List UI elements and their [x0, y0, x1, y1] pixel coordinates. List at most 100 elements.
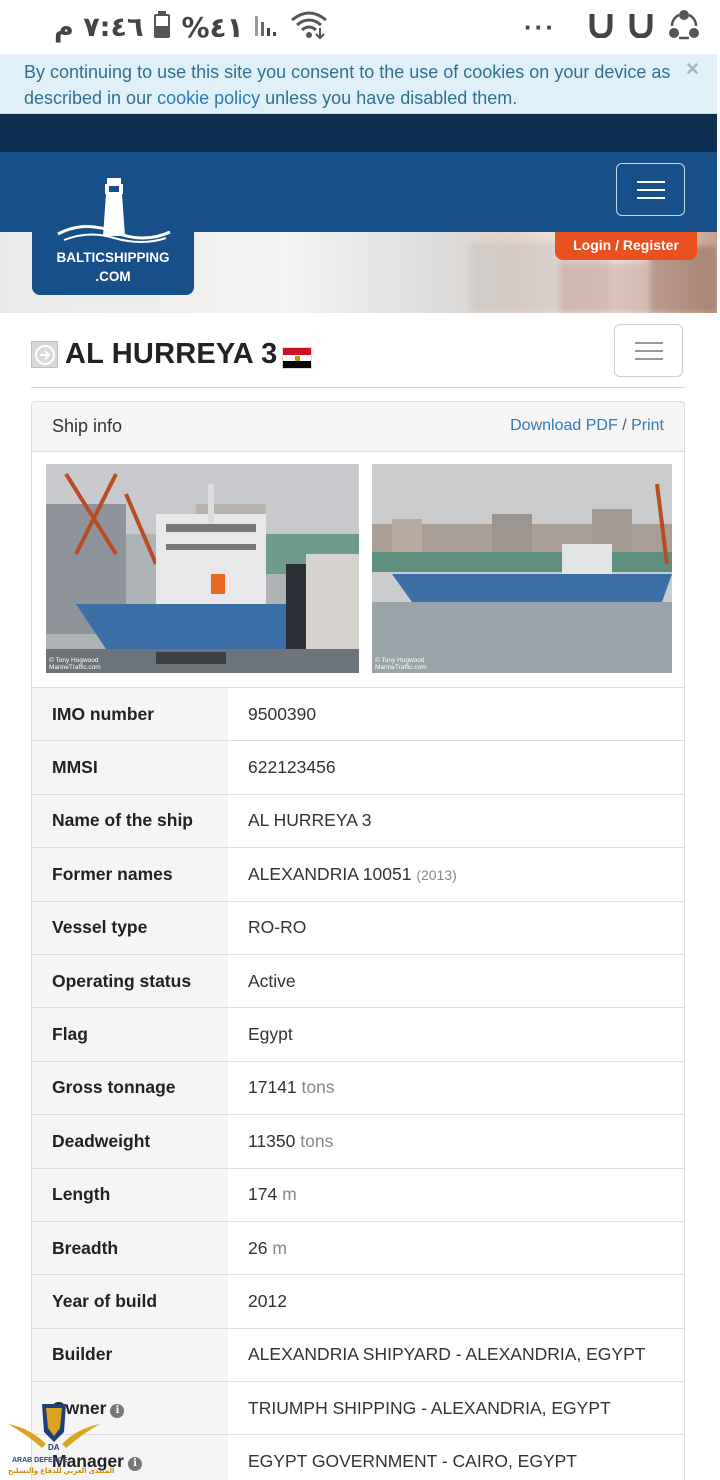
hamburger-line	[634, 357, 663, 360]
row-value: 11350 tons	[228, 1114, 684, 1169]
table-row: Builder ALEXANDRIA SHIPYARD - ALEXANDRIA…	[32, 1327, 684, 1382]
row-label: MMSI	[32, 740, 228, 795]
row-label: Breadth	[32, 1220, 228, 1275]
row-value: TRIUMPH SHIPPING - ALEXANDRIA, EGYPT	[228, 1381, 684, 1435]
more-dots: ···	[524, 11, 556, 42]
status-bar: ٧:٤٦ م %٤١ ···	[0, 0, 720, 54]
login-link[interactable]: Login	[573, 237, 611, 253]
row-value: AL HURREYA 3	[228, 793, 684, 848]
info-icon[interactable]: i	[127, 1457, 142, 1472]
row-value: 174 m	[228, 1167, 684, 1222]
row-value: Active	[228, 953, 684, 1008]
close-icon[interactable]: ×	[686, 56, 699, 82]
page-menu-button[interactable]	[614, 324, 683, 377]
row-label: Gross tonnage	[32, 1060, 228, 1115]
row-value: 9500390	[228, 686, 684, 741]
photo-credit: © Tony Hogwood MarineTraffic.com	[375, 657, 427, 671]
row-label: Former names	[32, 847, 228, 902]
table-row: Owner i TRIUMPH SHIPPING - ALEXANDRIA, EG…	[32, 1381, 684, 1435]
site-logo-text[interactable]: BALTICSHIPPING .COM	[32, 248, 194, 286]
row-label: Length	[32, 1167, 228, 1222]
cookie-policy-link[interactable]: cookie policy	[157, 88, 260, 108]
row-label: Flag	[32, 1007, 228, 1062]
print-link[interactable]: Print	[631, 417, 664, 434]
page-header: AL HURREYA 3	[31, 322, 685, 388]
table-row: IMO number 9500390	[32, 686, 684, 741]
app-u-icon	[588, 12, 614, 43]
unit: tons	[300, 1130, 334, 1151]
hamburger-line	[634, 349, 663, 352]
battery-icon	[153, 10, 171, 44]
table-row: Year of build 2012	[32, 1274, 684, 1329]
table-row: Breadth 26 m	[32, 1220, 684, 1275]
lighthouse-logo-icon	[57, 178, 171, 243]
actions-separator: /	[622, 417, 627, 434]
row-value: ALEXANDRIA SHIPYARD - ALEXANDRIA, EGYPT	[228, 1327, 684, 1382]
status-right: ···	[524, 8, 700, 46]
row-value: 622123456	[228, 740, 684, 795]
register-link[interactable]: Register	[623, 237, 679, 253]
svg-text:DA: DA	[48, 1443, 60, 1452]
row-label: Vessel type	[32, 900, 228, 955]
hamburger-line	[636, 196, 665, 199]
panel-title: Ship info	[52, 416, 123, 436]
table-row: Name of the ship AL HURREYA 3	[32, 793, 684, 848]
share-icon	[668, 9, 700, 46]
hamburger-line	[636, 180, 665, 183]
table-row: Length 174 m	[32, 1167, 684, 1222]
row-value: EGYPT GOVERNMENT - CAIRO, EGYPT	[228, 1434, 684, 1480]
watermark-text: ARAB DEFENCE	[12, 1457, 68, 1464]
download-pdf-link[interactable]: Download PDF	[510, 417, 618, 434]
status-left: ٧:٤٦ م %٤١	[54, 8, 328, 46]
clock: ٧:٤٦ م	[54, 11, 144, 43]
table-row: Operating status Active	[32, 953, 684, 1008]
unit: m	[272, 1237, 287, 1258]
signal-icon	[254, 12, 280, 43]
hamburger-line	[636, 188, 665, 191]
former-name: ALEXANDRIA 10051	[248, 863, 412, 884]
page-title: AL HURREYA 3	[65, 338, 278, 370]
unit: tons	[301, 1077, 335, 1098]
ship-photo[interactable]: © Tony Hogwood MarineTraffic.com	[372, 464, 672, 673]
table-row: Flag Egypt	[32, 1007, 684, 1062]
row-value: 26 m	[228, 1220, 684, 1275]
ship-info-table: IMO number 9500390 MMSI 622123456 Name o…	[32, 686, 684, 1480]
auth-separator: /	[615, 237, 619, 253]
arrow-right-icon[interactable]	[31, 341, 58, 368]
battery-level: %٤١	[181, 10, 244, 44]
login-register-button[interactable]: Login / Register	[555, 232, 697, 260]
table-row: Former names ALEXANDRIA 10051 (2013)	[32, 847, 684, 902]
row-value: 2012	[228, 1274, 684, 1329]
row-label: Name of the ship	[32, 793, 228, 848]
table-row: MMSI 622123456	[32, 740, 684, 795]
panel-actions: Download PDF / Print	[510, 417, 664, 435]
cookie-text-end: unless you have disabled them.	[260, 88, 518, 108]
row-label: IMO number	[32, 686, 228, 741]
top-band	[0, 114, 717, 152]
row-label: Builder	[32, 1327, 228, 1382]
table-row: Deadweight 11350 tons	[32, 1114, 684, 1169]
ship-info-panel: Ship info Download PDF / Print © Tony Ho…	[31, 401, 685, 1480]
logo-line2: .COM	[95, 269, 131, 284]
egypt-flag-icon	[282, 347, 312, 369]
app-u-icon	[628, 12, 654, 43]
info-icon[interactable]: i	[110, 1403, 125, 1418]
panel-heading: Ship info Download PDF / Print	[32, 402, 684, 452]
row-value: Egypt	[228, 1007, 684, 1062]
cookie-banner: By continuing to use this site you conse…	[0, 54, 717, 114]
row-value: RO-RO	[228, 900, 684, 955]
row-value: 17141 tons	[228, 1060, 684, 1115]
ship-photo[interactable]: © Tony Hogwood MarineTraffic.com	[46, 464, 359, 673]
row-label: Deadweight	[32, 1114, 228, 1169]
unit: m	[282, 1184, 297, 1205]
row-label: Operating status	[32, 953, 228, 1008]
main-menu-button[interactable]	[616, 163, 685, 216]
table-row: Vessel type RO-RO	[32, 900, 684, 955]
former-name-year: (2013)	[416, 866, 457, 883]
watermark-text-arabic: المنتدى العربي للدفاع والتسليح	[8, 1468, 115, 1475]
hamburger-line	[634, 341, 663, 344]
logo-line1: BALTICSHIPPING	[56, 250, 170, 265]
table-row: Gross tonnage 17141 tons	[32, 1060, 684, 1115]
row-label: Year of build	[32, 1274, 228, 1329]
row-value: ALEXANDRIA 10051 (2013)	[228, 847, 684, 902]
